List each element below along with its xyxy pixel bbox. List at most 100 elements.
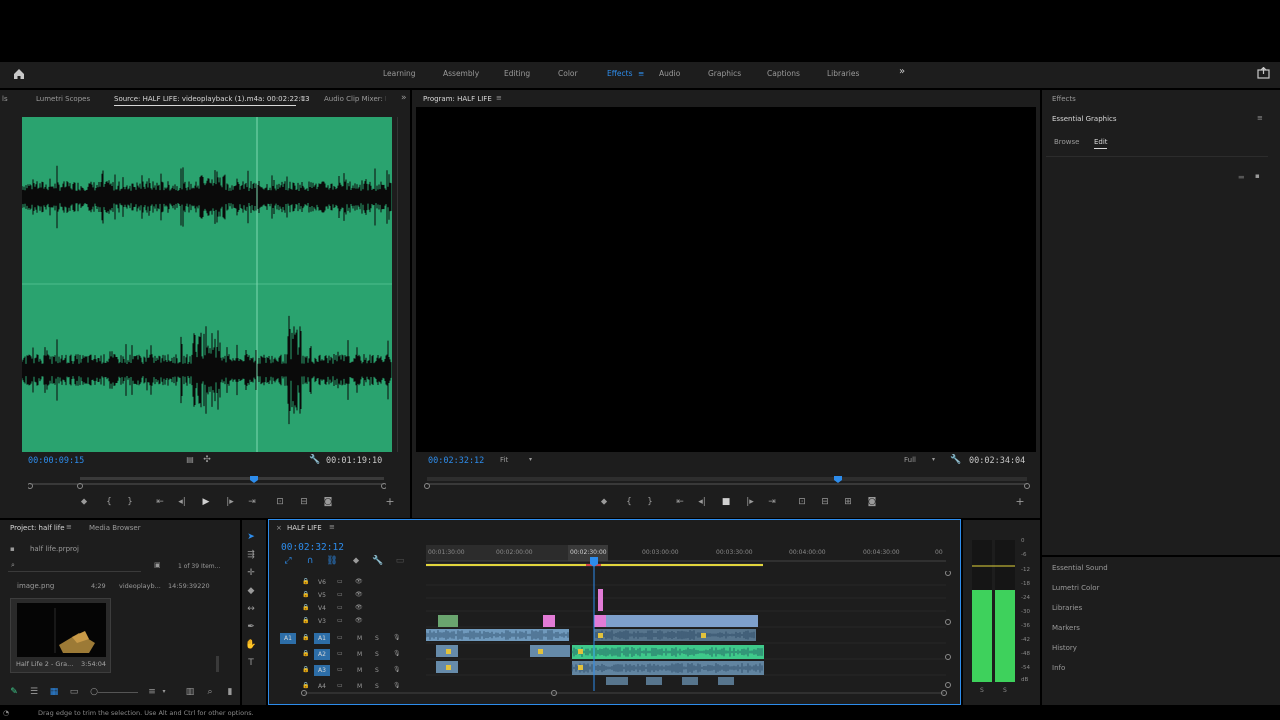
panel-essential-sound[interactable]: Essential Sound bbox=[1052, 564, 1108, 572]
source-waveform[interactable] bbox=[22, 117, 392, 452]
lock-icon[interactable]: 🔒 bbox=[302, 578, 309, 585]
source-patch-a1[interactable]: A1 bbox=[280, 633, 296, 644]
tab-menu-icon[interactable]: ≡ bbox=[66, 523, 72, 531]
overwrite-icon[interactable]: ⊟ bbox=[298, 497, 310, 507]
chevron-down-icon[interactable]: ▾ bbox=[932, 456, 935, 463]
find-icon[interactable]: ⌕ bbox=[204, 687, 216, 697]
sync-lock-icon[interactable]: ▭ bbox=[337, 578, 343, 585]
trim-icon[interactable]: ⊞ bbox=[842, 497, 854, 507]
item-name[interactable]: image.png bbox=[17, 582, 54, 590]
step-forward-icon[interactable]: |▸ bbox=[744, 497, 756, 507]
share-icon[interactable] bbox=[1257, 67, 1270, 79]
program-monitor-viewport[interactable] bbox=[416, 107, 1036, 452]
sync-lock-icon[interactable]: ▭ bbox=[337, 604, 343, 611]
sync-lock-icon[interactable]: ▭ bbox=[337, 634, 343, 641]
track-label[interactable]: V6 bbox=[318, 579, 326, 586]
stop-icon[interactable]: ■ bbox=[720, 497, 732, 507]
project-search-input[interactable] bbox=[8, 559, 141, 572]
sync-lock-icon[interactable]: ▭ bbox=[337, 591, 343, 598]
chevron-down-icon[interactable]: ▾ bbox=[158, 687, 170, 697]
program-tab-menu-icon[interactable]: ≡ bbox=[496, 94, 502, 102]
tab-audio-clip-mixer[interactable]: Audio Clip Mixer: H bbox=[324, 95, 386, 103]
tab-lumetri-scopes[interactable]: Lumetri Scopes bbox=[36, 95, 90, 103]
panel-lumetri-color[interactable]: Lumetri Color bbox=[1052, 584, 1099, 592]
panel-markers[interactable]: Markers bbox=[1052, 624, 1080, 632]
hand-tool-icon[interactable]: ✋ bbox=[245, 640, 257, 650]
workspace-learning[interactable]: Learning bbox=[383, 69, 416, 78]
mark-in-icon[interactable]: { bbox=[623, 497, 635, 507]
sync-lock-icon[interactable]: ▭ bbox=[337, 650, 343, 657]
lift-icon[interactable]: ⊡ bbox=[796, 497, 808, 507]
lock-icon[interactable]: 🔒 bbox=[302, 666, 309, 673]
panel-menu-icon[interactable]: ≡ bbox=[1257, 114, 1263, 122]
solo-button[interactable]: S bbox=[375, 683, 379, 690]
tab-project[interactable]: Project: half life bbox=[10, 524, 65, 532]
add-button-icon[interactable]: + bbox=[384, 496, 396, 507]
timeline-zoom-scrollbar[interactable] bbox=[300, 690, 948, 696]
eye-icon[interactable]: 👁 bbox=[355, 578, 363, 585]
automate-icon[interactable]: ▥ bbox=[184, 687, 196, 697]
step-back-icon[interactable]: ◂| bbox=[696, 497, 708, 507]
selection-tool-icon[interactable]: ➤ bbox=[245, 532, 257, 542]
drag-audio-icon[interactable]: ✣ bbox=[201, 455, 213, 465]
insert-nest-icon[interactable]: ⤢ bbox=[282, 556, 294, 566]
list-view-icon[interactable]: ☰ bbox=[28, 687, 40, 697]
tab-source[interactable]: Source: HALF LIFE: videoplayback (1).m4a… bbox=[114, 95, 310, 103]
panel-info[interactable]: Info bbox=[1052, 664, 1065, 672]
go-to-out-icon[interactable]: ⇥ bbox=[766, 497, 778, 507]
track-label[interactable]: A4 bbox=[318, 683, 326, 690]
captions-icon[interactable]: ▭ bbox=[394, 556, 406, 566]
tab-menu-icon[interactable]: ≡ bbox=[300, 94, 306, 102]
mute-button[interactable]: M bbox=[357, 667, 362, 674]
home-icon[interactable] bbox=[12, 67, 26, 81]
mute-button[interactable]: M bbox=[357, 651, 362, 658]
timeline-timecode[interactable]: 00:02:32:12 bbox=[281, 542, 344, 553]
panel-history[interactable]: History bbox=[1052, 644, 1077, 652]
panel-overflow-icon[interactable]: » bbox=[401, 93, 407, 103]
program-timecode-current[interactable]: 00:02:32:12 bbox=[428, 456, 484, 466]
workspace-graphics[interactable]: Graphics bbox=[708, 69, 741, 78]
sync-lock-icon[interactable]: ▭ bbox=[337, 682, 343, 689]
lock-icon[interactable]: 🔒 bbox=[302, 650, 309, 657]
track-label[interactable]: V5 bbox=[318, 592, 326, 599]
project-thumbnail[interactable]: Half Life 2 - Gra... 3:54:04 bbox=[10, 598, 111, 673]
new-bin-icon[interactable]: ▣ bbox=[154, 561, 161, 569]
mark-in-icon[interactable]: { bbox=[103, 497, 115, 507]
close-icon[interactable]: × bbox=[276, 524, 282, 532]
step-forward-icon[interactable]: |▸ bbox=[224, 497, 236, 507]
sort-icon[interactable]: ≡ bbox=[146, 687, 158, 697]
mute-button[interactable]: M bbox=[357, 635, 362, 642]
microphone-icon[interactable]: 🎙 bbox=[393, 650, 401, 657]
add-marker-icon[interactable]: ⬥ bbox=[78, 497, 90, 507]
add-marker-icon[interactable]: ⬥ bbox=[598, 497, 610, 507]
razor-tool-icon[interactable]: ◆ bbox=[245, 586, 257, 596]
add-marker-icon[interactable]: ⬥ bbox=[350, 556, 362, 566]
quality-select[interactable]: Full bbox=[904, 456, 916, 464]
linked-selection-icon[interactable]: ⛓ bbox=[326, 556, 338, 566]
insert-icon[interactable]: ▤ bbox=[184, 455, 196, 465]
zoom-select[interactable]: Fit bbox=[500, 456, 508, 464]
double-chevron-right-icon[interactable]: » bbox=[899, 66, 905, 77]
microphone-icon[interactable]: 🎙 bbox=[393, 666, 401, 673]
track-label[interactable]: V3 bbox=[318, 618, 326, 625]
eye-icon[interactable]: 👁 bbox=[355, 604, 363, 611]
new-layer-icon[interactable]: ▪ bbox=[1255, 172, 1260, 180]
track-select-tool-icon[interactable]: ⇶ bbox=[245, 550, 257, 560]
timeline-tracks[interactable] bbox=[426, 571, 954, 691]
solo-left-button[interactable]: S bbox=[980, 687, 984, 694]
workspace-assembly[interactable]: Assembly bbox=[443, 69, 479, 78]
tab-program[interactable]: Program: HALF LIFE bbox=[423, 95, 492, 103]
solo-button[interactable]: S bbox=[375, 651, 379, 658]
solo-button[interactable]: S bbox=[375, 667, 379, 674]
tab-edit[interactable]: Edit bbox=[1094, 138, 1108, 146]
wrench-icon[interactable]: 🔧 bbox=[950, 455, 962, 465]
tab-partial[interactable]: ls bbox=[2, 95, 8, 103]
source-scrollbar[interactable] bbox=[397, 117, 403, 452]
lock-icon[interactable]: 🔒 bbox=[302, 634, 309, 641]
step-back-icon[interactable]: ◂| bbox=[176, 497, 188, 507]
source-timecode-current[interactable]: 00:00:09:15 bbox=[28, 456, 84, 466]
solo-button[interactable]: S bbox=[375, 635, 379, 642]
lock-icon[interactable]: 🔒 bbox=[302, 591, 309, 598]
microphone-icon[interactable]: 🎙 bbox=[393, 634, 401, 641]
search-icon[interactable]: ⌕ bbox=[11, 561, 15, 570]
